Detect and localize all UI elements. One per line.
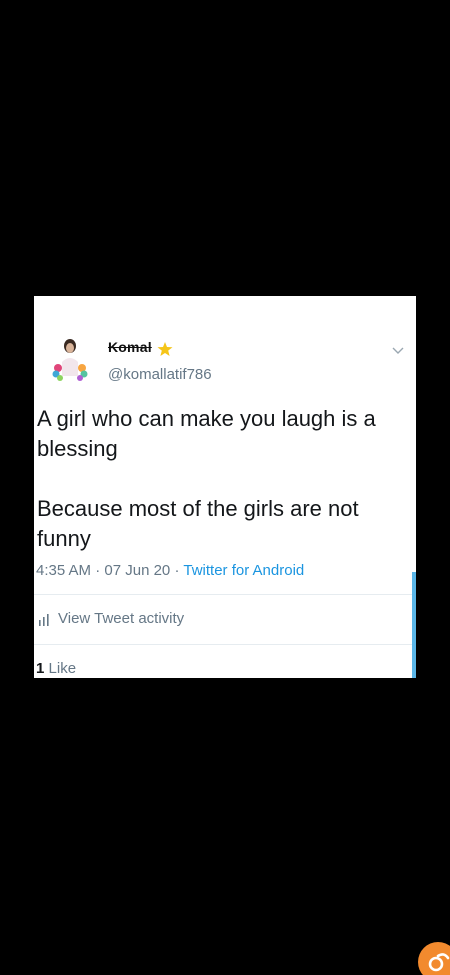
user-handle[interactable]: @komallatif786 [108,366,212,383]
scrollbar[interactable] [412,572,416,678]
divider [34,644,416,645]
tweet-date: 07 Jun 20 [104,562,171,579]
tweet-text: A girl who can make you laugh is a bless… [37,404,411,554]
divider [34,594,416,595]
like-label: Like [48,660,77,677]
screenshot-stage: Komal @komallatif786 A girl who can make… [0,0,450,975]
like-count: 1 [36,660,45,677]
chevron-down-icon[interactable] [392,342,404,354]
likes-row[interactable]: 1 Like [36,660,76,677]
star-icon [156,341,174,357]
tweet-source-link[interactable]: Twitter for Android [183,562,304,579]
view-tweet-activity-button[interactable]: View Tweet activity [38,610,184,627]
avatar-image [44,332,96,384]
view-tweet-activity-label: View Tweet activity [58,610,185,627]
tweet-card: Komal @komallatif786 A girl who can make… [34,296,416,678]
avatar[interactable] [44,332,96,384]
display-name[interactable]: Komal [108,339,152,355]
app-logo-icon [418,942,450,975]
tweet-meta: 4:35 AM · 07 Jun 20 · Twitter for Androi… [36,562,304,579]
meta-separator: · [174,562,180,579]
tweet-time: 4:35 AM [36,562,92,579]
meta-separator: · [95,562,101,579]
tweet-text-line-1: A girl who can make you laugh is a bless… [37,406,376,461]
tweet-text-line-2: Because most of the girls are not funny [37,496,359,551]
bar-chart-icon [38,613,50,626]
